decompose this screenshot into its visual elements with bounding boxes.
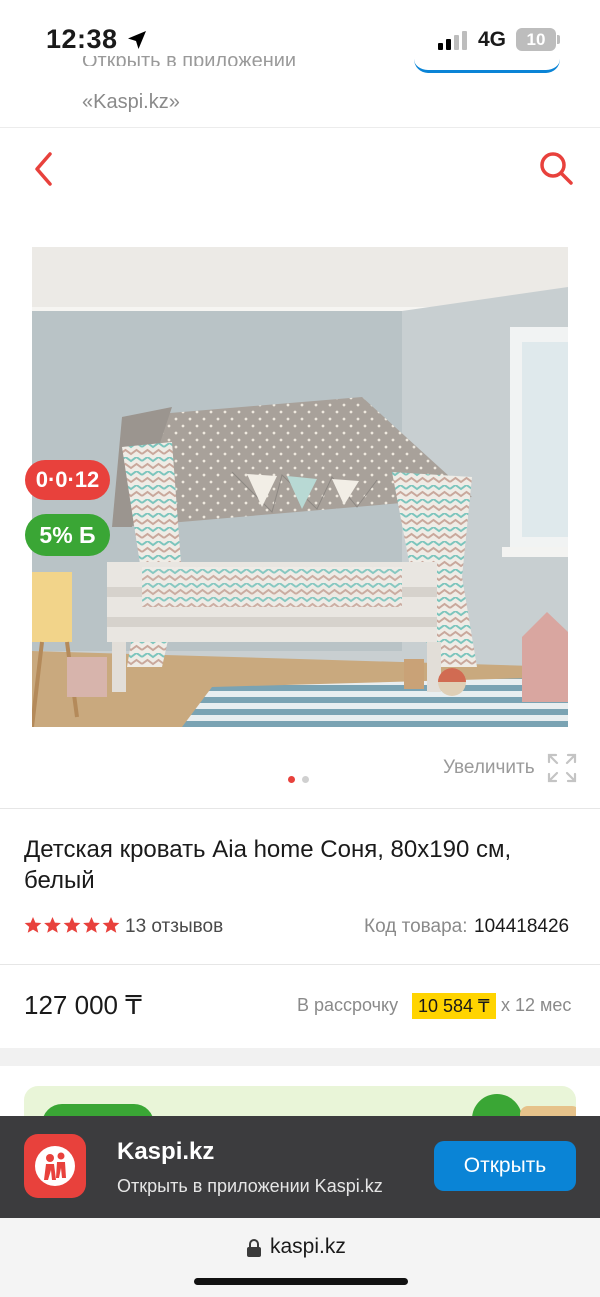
section-separator	[0, 1048, 600, 1066]
sku-label: Код товара:	[364, 916, 468, 937]
signal-icon	[438, 31, 467, 50]
divider	[0, 808, 600, 809]
pager-dot	[302, 776, 309, 783]
product-image[interactable]	[32, 247, 568, 727]
product-price: 127 000 ₸	[24, 990, 142, 1020]
app-install-banner: Kaspi.kz Открыть в приложении Kaspi.kz О…	[0, 1116, 600, 1218]
location-arrow-icon	[128, 31, 146, 49]
sku-value: 104418426	[474, 916, 570, 937]
image-pager	[288, 776, 312, 784]
installment-badge: 0·0·12	[25, 460, 110, 500]
divider	[0, 964, 600, 965]
battery-icon: 10	[516, 28, 556, 51]
search-icon[interactable]	[538, 150, 574, 186]
reviews-link[interactable]: 13 отзывов	[125, 916, 223, 938]
top-banner-open-button[interactable]	[414, 56, 560, 73]
installment-label: В рассрочку	[297, 995, 399, 1015]
pager-dot-active	[288, 776, 295, 783]
network-type: 4G	[478, 28, 507, 51]
bonus-badge: 5% Б	[25, 514, 110, 556]
top-banner-text: «Kaspi.kz»	[82, 91, 180, 113]
home-indicator[interactable]	[194, 1278, 408, 1285]
open-in-app-button[interactable]: Открыть	[434, 1141, 576, 1191]
top-app-banner[interactable]: Открыть в приложении «Kaspi.kz»	[0, 56, 600, 128]
app-subtitle: Открыть в приложении Kaspi.kz	[117, 1176, 383, 1196]
expand-icon[interactable]	[546, 752, 578, 784]
kaspi-app-icon	[24, 1134, 86, 1198]
lock-icon	[247, 1239, 261, 1257]
app-name: Kaspi.kz	[117, 1138, 215, 1165]
top-banner-cut-text: Открыть в приложении	[82, 56, 296, 66]
rating-stars-icon	[24, 917, 120, 933]
product-photo	[32, 247, 568, 727]
installment-amount: 10 584 ₸	[412, 993, 496, 1019]
url-text[interactable]: kaspi.kz	[270, 1235, 346, 1259]
installment-term: х 12 мес	[501, 995, 572, 1015]
status-time: 12:38	[46, 24, 118, 54]
chevron-left-icon[interactable]	[30, 150, 60, 188]
product-title: Детская кровать Aia home Соня, 80х190 см…	[24, 836, 512, 894]
zoom-label[interactable]: Увеличить	[443, 757, 535, 779]
battery-tip	[557, 35, 560, 44]
